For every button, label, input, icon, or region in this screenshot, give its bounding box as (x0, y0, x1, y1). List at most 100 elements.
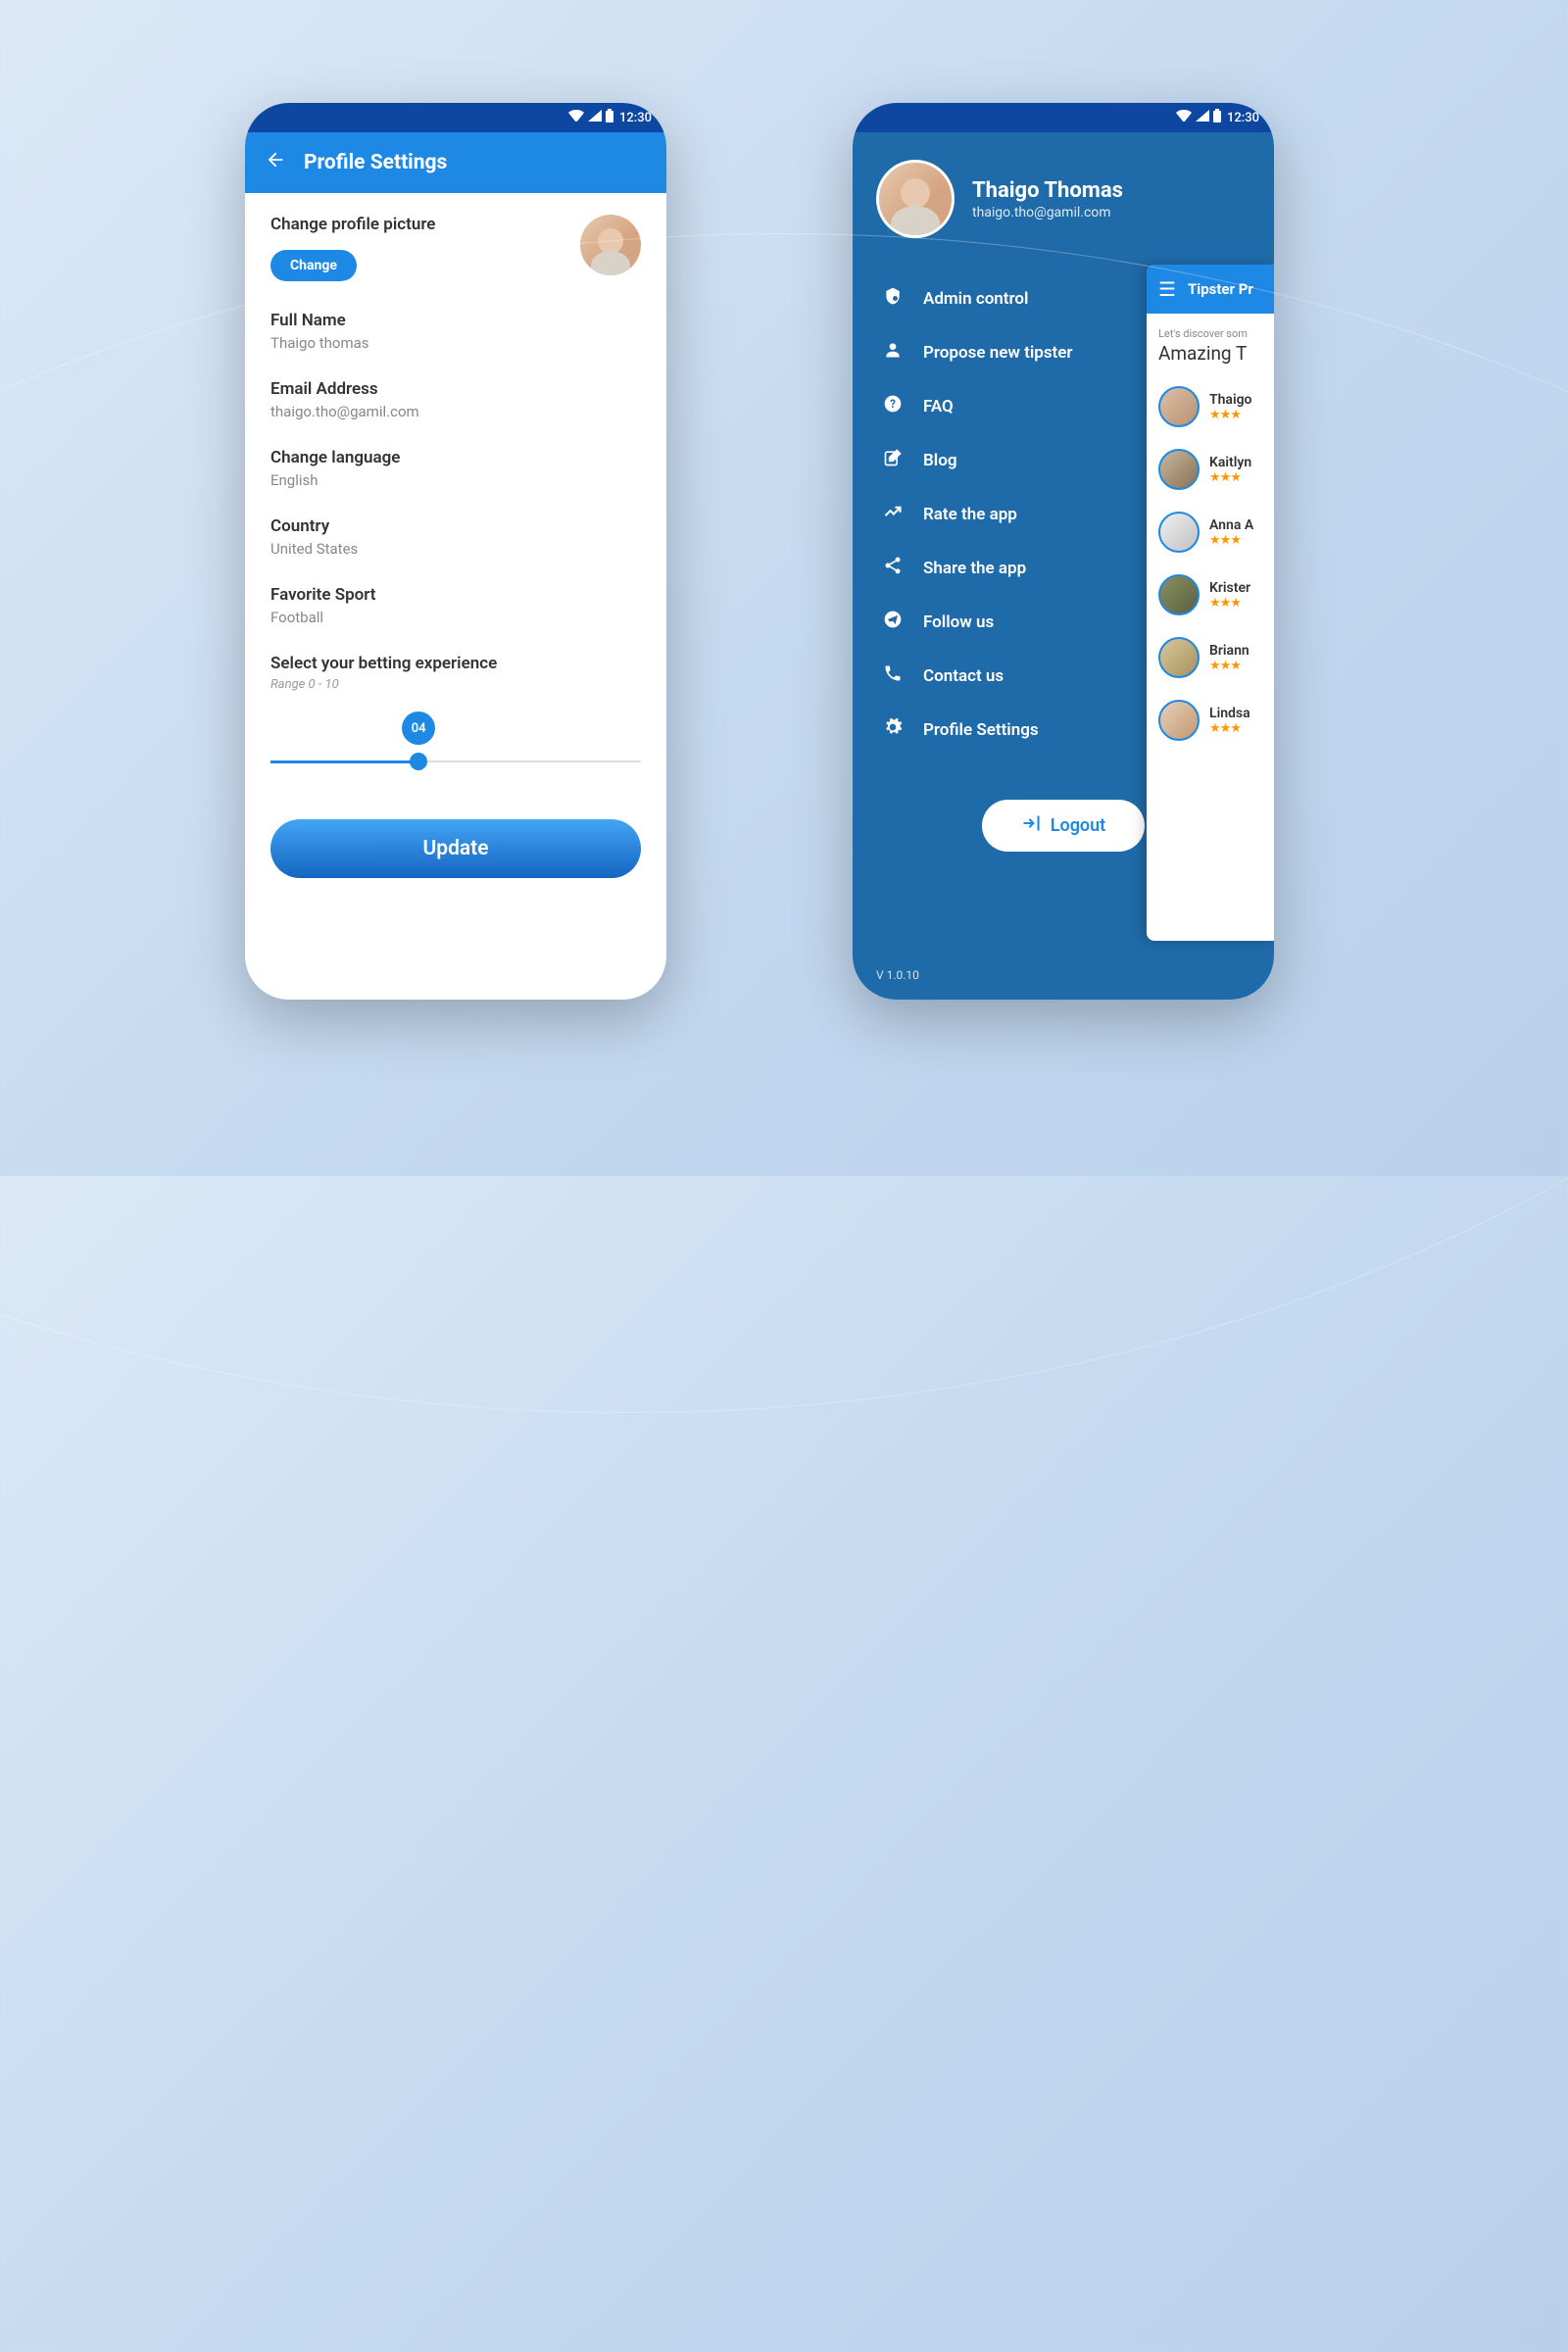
drawer-item-rate[interactable]: Rate the app (853, 487, 1274, 541)
language-value[interactable]: English (270, 471, 641, 489)
drawer-item-propose[interactable]: Propose new tipster (853, 325, 1274, 379)
page-title: Profile Settings (304, 151, 447, 174)
drawer-item-faq[interactable]: ? FAQ (853, 379, 1274, 433)
email-label: Email Address (270, 379, 641, 399)
profile-avatar[interactable] (580, 215, 641, 275)
drawer-item-follow[interactable]: Follow us (853, 595, 1274, 649)
email-value[interactable]: thaigo.tho@gamil.com (270, 403, 641, 420)
tipster-row[interactable]: Briann★★★ (1158, 637, 1262, 678)
fullname-value[interactable]: Thaigo thomas (270, 334, 641, 352)
trending-icon (882, 502, 904, 526)
tipster-avatar (1158, 637, 1200, 678)
status-bar: 12:30 (853, 103, 1274, 132)
drawer-label: Share the app (923, 559, 1026, 578)
wifi-icon (568, 110, 584, 125)
tipster-row[interactable]: Lindsa★★★ (1158, 700, 1262, 741)
slider-range-hint: Range 0 - 10 (270, 677, 641, 692)
phone-drawer: 12:30 Thaigo Thomas thaigo.tho@gamil.com… (853, 103, 1274, 1000)
update-button[interactable]: Update (270, 819, 641, 878)
drawer-item-blog[interactable]: Blog (853, 433, 1274, 487)
phone-settings: 12:30 Profile Settings Change profile pi… (245, 103, 666, 1000)
change-picture-label: Change profile picture (270, 215, 435, 234)
language-label: Change language (270, 448, 641, 467)
slider-thumb[interactable] (410, 753, 427, 770)
country-value[interactable]: United States (270, 540, 641, 558)
drawer-item-settings[interactable]: Profile Settings (853, 703, 1274, 757)
tipster-avatar (1158, 449, 1200, 490)
tipster-row[interactable]: Thaigo★★★ (1158, 386, 1262, 427)
drawer-label: Follow us (923, 612, 994, 632)
sport-value[interactable]: Football (270, 609, 641, 626)
phone-icon (882, 663, 904, 688)
tipster-avatar (1158, 700, 1200, 741)
tipster-name: Thaigo (1209, 392, 1251, 408)
tipster-name: Anna A (1209, 517, 1253, 533)
back-arrow-icon[interactable] (265, 149, 286, 176)
drawer-item-admin[interactable]: Admin control (853, 271, 1274, 325)
sport-label: Favorite Sport (270, 585, 641, 605)
drawer-label: FAQ (923, 397, 954, 416)
drawer-label: Profile Settings (923, 720, 1039, 740)
drawer-label: Admin control (923, 289, 1028, 309)
drawer-label: Contact us (923, 666, 1004, 686)
peek-app-bar: ☰ Tipster Pr (1147, 265, 1274, 314)
status-time: 12:30 (1227, 111, 1259, 125)
rating-stars: ★★★ (1209, 721, 1250, 736)
tipster-row[interactable]: Kaitlyn★★★ (1158, 449, 1262, 490)
drawer-user-email: thaigo.tho@gamil.com (972, 205, 1123, 220)
tipster-name: Kaitlyn (1209, 455, 1251, 470)
drawer-header: Thaigo Thomas thaigo.tho@gamil.com (853, 132, 1274, 258)
app-version: V 1.0.10 (876, 968, 919, 982)
share-icon (882, 556, 904, 580)
tipster-name: Lindsa (1209, 706, 1250, 721)
tipster-row[interactable]: Anna A★★★ (1158, 512, 1262, 553)
content-behind-drawer: ☰ Tipster Pr Let's discover som Amazing … (1147, 265, 1274, 941)
shield-icon (882, 286, 904, 311)
drawer-item-share[interactable]: Share the app (853, 541, 1274, 595)
status-bar: 12:30 (245, 103, 666, 132)
signal-icon (1196, 110, 1209, 125)
rating-stars: ★★★ (1209, 533, 1253, 548)
drawer-avatar[interactable] (876, 160, 955, 238)
wifi-icon (1176, 110, 1192, 125)
rating-stars: ★★★ (1209, 470, 1251, 485)
tipster-name: Briann (1209, 643, 1250, 659)
peek-heading: Amazing T (1158, 342, 1262, 365)
navigation-drawer: Thaigo Thomas thaigo.tho@gamil.com Admin… (853, 132, 1274, 1000)
rating-stars: ★★★ (1209, 659, 1250, 673)
slider-value-bubble: 04 (402, 711, 435, 745)
experience-slider[interactable]: 04 (270, 741, 641, 780)
app-bar: Profile Settings (245, 132, 666, 193)
drawer-label: Blog (923, 451, 957, 470)
settings-form: Change profile picture Change Full Name … (245, 193, 666, 900)
drawer-menu: Admin control Propose new tipster ? FAQ … (853, 258, 1274, 770)
slider-label: Select your betting experience (270, 654, 641, 673)
rating-stars: ★★★ (1209, 408, 1251, 422)
tipster-name: Krister (1209, 580, 1250, 596)
logout-icon (1021, 813, 1041, 838)
edit-icon (882, 448, 904, 472)
drawer-label: Rate the app (923, 505, 1017, 524)
country-label: Country (270, 516, 641, 536)
change-picture-button[interactable]: Change (270, 250, 357, 281)
drawer-user-name: Thaigo Thomas (972, 178, 1123, 203)
logout-label: Logout (1051, 815, 1105, 836)
signal-icon (588, 110, 602, 125)
logout-button[interactable]: Logout (982, 800, 1145, 852)
battery-icon (1213, 109, 1221, 126)
tipster-avatar (1158, 386, 1200, 427)
person-icon (882, 340, 904, 365)
help-icon: ? (882, 394, 904, 418)
peek-hint: Let's discover som (1158, 327, 1262, 340)
status-time: 12:30 (619, 111, 652, 125)
tipster-avatar (1158, 512, 1200, 553)
hamburger-icon[interactable]: ☰ (1158, 277, 1176, 301)
peek-title: Tipster Pr (1188, 280, 1253, 298)
fullname-label: Full Name (270, 311, 641, 330)
drawer-item-contact[interactable]: Contact us (853, 649, 1274, 703)
tipster-row[interactable]: Krister★★★ (1158, 574, 1262, 615)
telegram-icon (882, 610, 904, 634)
drawer-label: Propose new tipster (923, 343, 1073, 363)
svg-text:?: ? (890, 397, 896, 411)
battery-icon (606, 109, 613, 126)
